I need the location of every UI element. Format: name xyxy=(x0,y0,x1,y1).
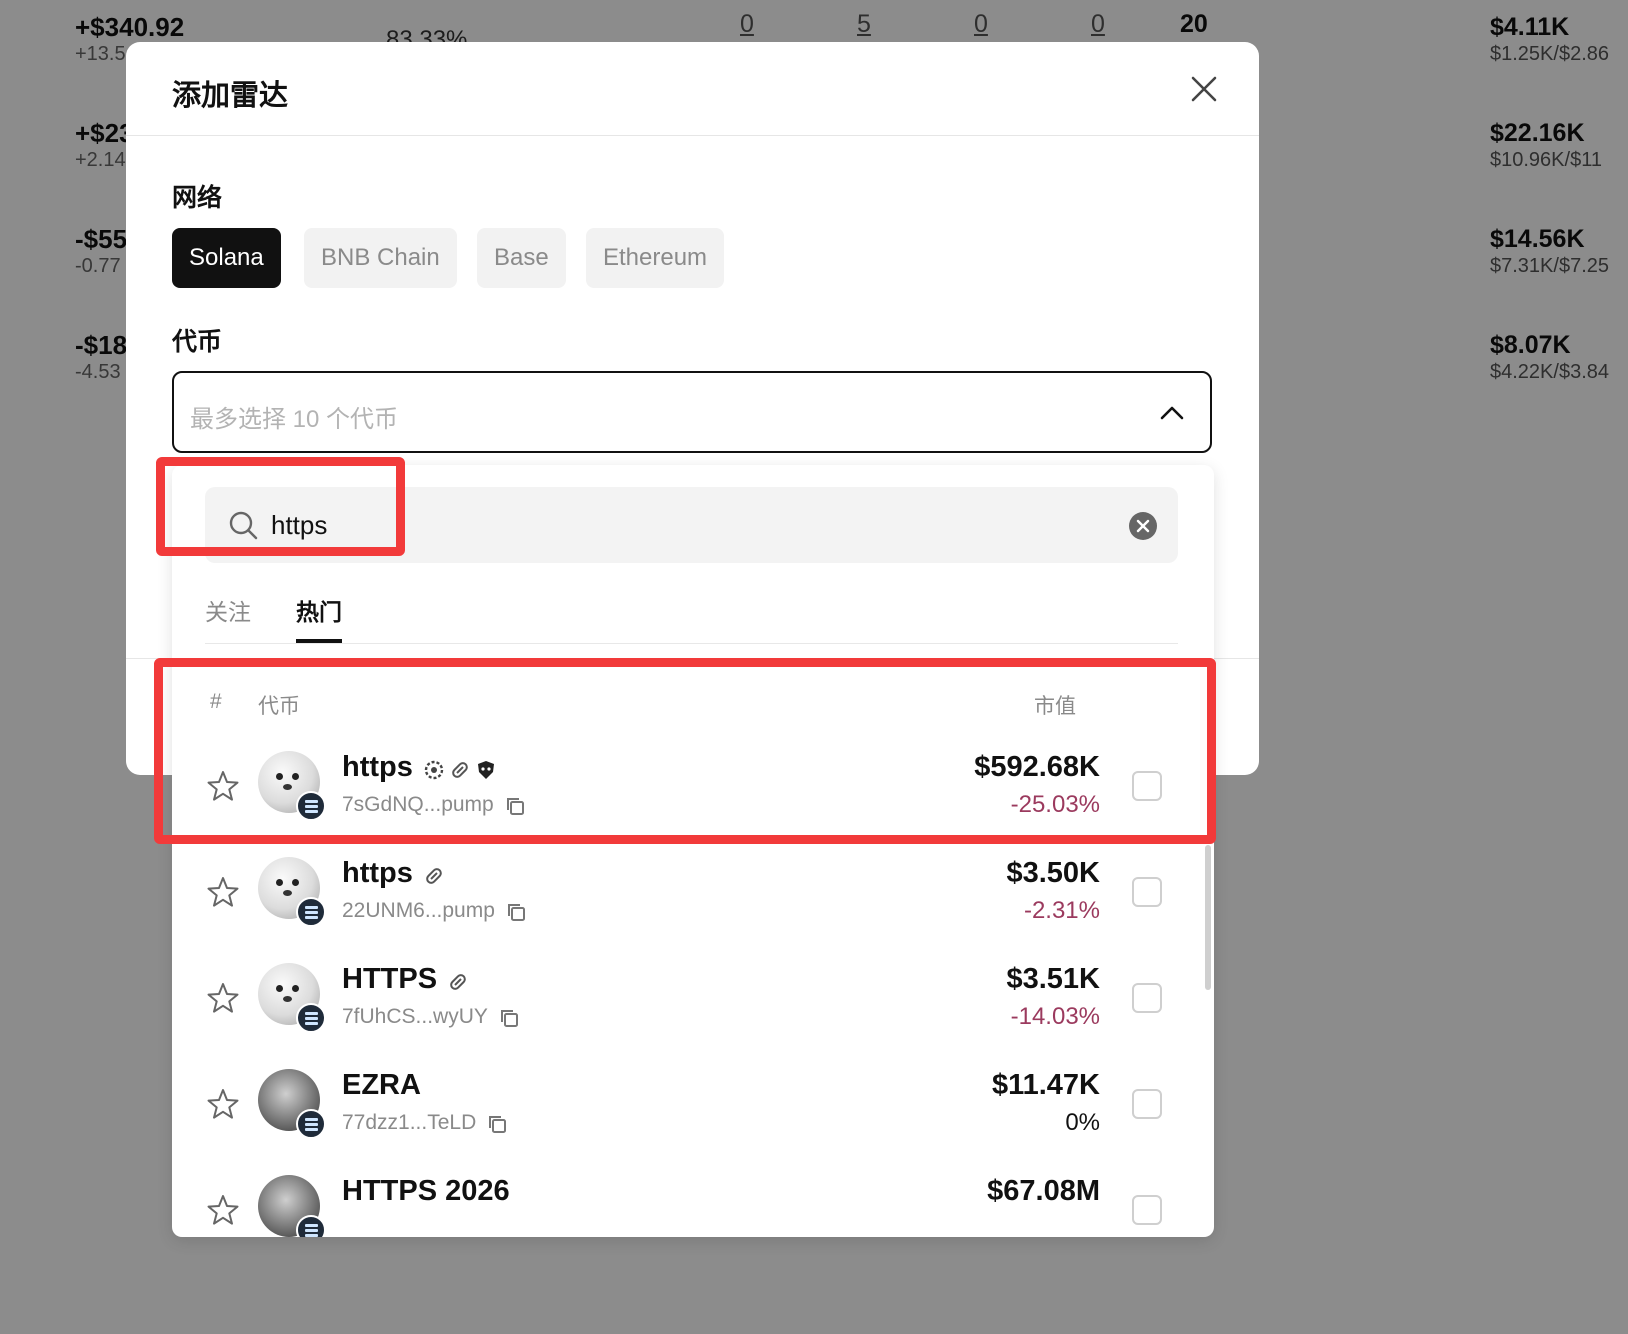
tab-trending[interactable]: 热门 xyxy=(296,593,342,627)
token-address: 77dzz1...TeLD xyxy=(342,1111,477,1134)
shield-icon xyxy=(478,761,494,779)
copy-icon[interactable] xyxy=(498,1007,520,1029)
token-change: -2.31% xyxy=(1023,897,1100,924)
clear-icon[interactable] xyxy=(1128,511,1158,541)
token-dropdown: 关注 热门 # 代币 市值 https 7sGdNQ...pump $592.6… xyxy=(172,465,1214,1237)
select-checkbox[interactable] xyxy=(1132,983,1162,1013)
token-market-cap: $11.47K xyxy=(991,1069,1100,1101)
column-market-cap: 市值 xyxy=(1034,695,1076,718)
tab-following[interactable]: 关注 xyxy=(205,593,251,627)
token-address: 7fUhCS...wyUY xyxy=(342,1005,488,1028)
star-icon[interactable] xyxy=(206,1193,240,1227)
token-change: -25.03% xyxy=(1010,791,1100,818)
modal-title: 添加雷达 xyxy=(172,80,289,112)
copy-icon[interactable] xyxy=(505,901,527,923)
token-market-cap: $3.51K xyxy=(1006,963,1100,995)
star-icon[interactable] xyxy=(206,875,240,909)
select-checkbox[interactable] xyxy=(1132,1195,1162,1225)
chevron-up-icon[interactable] xyxy=(1158,401,1186,425)
token-change: -14.03% xyxy=(1010,1003,1100,1030)
search-icon xyxy=(229,511,258,540)
token-market-cap: $592.68K xyxy=(974,751,1100,783)
solana-chain-icon xyxy=(296,1003,326,1033)
token-name: https xyxy=(342,857,413,889)
token-change: 0% xyxy=(1065,1109,1100,1136)
column-index: # xyxy=(210,690,222,713)
token-select-placeholder: 最多选择 10 个代币 xyxy=(190,406,399,433)
token-search-box[interactable] xyxy=(205,487,1178,563)
solana-chain-icon xyxy=(296,1109,326,1139)
token-row[interactable]: https 7sGdNQ...pump $592.68K -25.03% xyxy=(172,735,1214,841)
solana-chain-icon xyxy=(296,1215,326,1237)
token-label: 代币 xyxy=(172,328,223,356)
select-checkbox[interactable] xyxy=(1132,771,1162,801)
token-select[interactable]: 最多选择 10 个代币 xyxy=(172,371,1212,453)
dropdown-scrollbar[interactable] xyxy=(1205,845,1211,990)
token-row[interactable]: https 22UNM6...pump $3.50K -2.31% xyxy=(172,841,1214,947)
token-name: https xyxy=(342,751,413,783)
token-row[interactable]: EZRA 77dzz1...TeLD $11.47K 0% xyxy=(172,1053,1214,1159)
token-tags xyxy=(423,865,445,889)
pill-icon xyxy=(450,974,466,990)
select-checkbox[interactable] xyxy=(1132,877,1162,907)
token-row[interactable]: HTTPS 2026 $67.08M xyxy=(172,1159,1214,1237)
token-address: 22UNM6...pump xyxy=(342,899,495,922)
star-icon[interactable] xyxy=(206,1087,240,1121)
close-icon[interactable] xyxy=(1187,72,1221,106)
network-chip-ethereum[interactable]: Ethereum xyxy=(586,228,725,288)
column-token: 代币 xyxy=(258,695,300,718)
token-name: HTTPS xyxy=(342,963,438,995)
token-tags xyxy=(423,759,497,783)
dev-icon xyxy=(424,760,444,780)
token-market-cap: $67.08M xyxy=(987,1175,1100,1207)
network-chip-solana[interactable]: Solana xyxy=(172,228,281,288)
network-chip-base[interactable]: Base xyxy=(477,228,566,288)
network-label: 网络 xyxy=(172,184,223,212)
token-address: 7sGdNQ...pump xyxy=(342,793,494,816)
select-checkbox[interactable] xyxy=(1132,1089,1162,1119)
solana-chain-icon xyxy=(296,897,326,927)
copy-icon[interactable] xyxy=(486,1113,508,1135)
token-name: HTTPS 2026 xyxy=(342,1175,510,1207)
network-chip-bnb[interactable]: BNB Chain xyxy=(304,228,457,288)
copy-icon[interactable] xyxy=(504,795,526,817)
token-tags xyxy=(447,971,469,995)
star-icon[interactable] xyxy=(206,981,240,1015)
modal-header: 添加雷达 xyxy=(126,42,1259,136)
star-icon[interactable] xyxy=(206,769,240,803)
pill-icon xyxy=(452,762,468,778)
token-market-cap: $3.50K xyxy=(1006,857,1100,889)
solana-chain-icon xyxy=(296,791,326,821)
token-search-input[interactable] xyxy=(271,501,1091,549)
token-row[interactable]: HTTPS 7fUhCS...wyUY $3.51K -14.03% xyxy=(172,947,1214,1053)
pill-icon xyxy=(426,868,442,884)
token-name: EZRA xyxy=(342,1069,421,1101)
tabs-divider xyxy=(205,643,1178,644)
